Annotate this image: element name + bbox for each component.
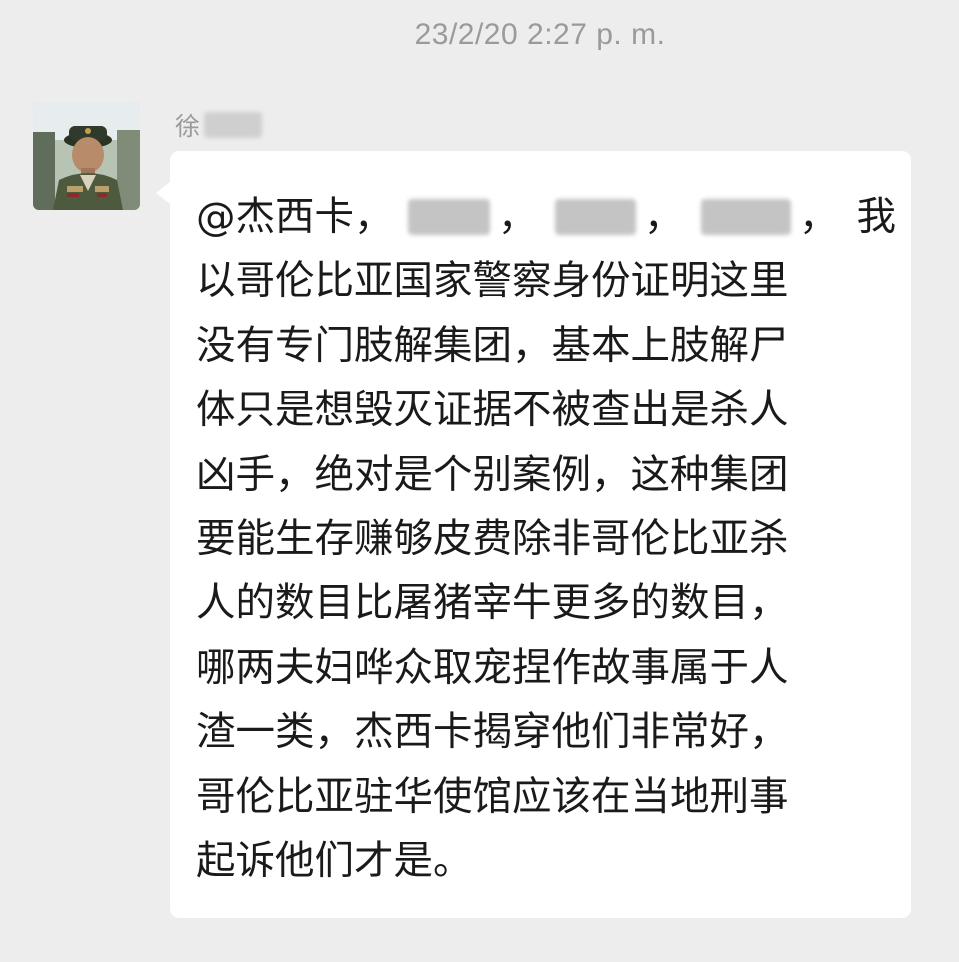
- sender-name: 徐: [175, 108, 263, 142]
- sender-avatar[interactable]: [33, 102, 140, 210]
- message-bubble-tail: [156, 181, 171, 205]
- sender-name-visible: 徐: [175, 112, 201, 141]
- separator-1: ，: [354, 194, 394, 240]
- user-avatar-icon: [33, 102, 140, 210]
- sender-name-redacted: [204, 112, 263, 138]
- separator-2: ，: [497, 194, 538, 240]
- message-timestamp: 23/2/20 2:27 p. m.: [414, 18, 666, 51]
- message-text: @杰西卡 ， ， ， ， 我 以哥伦比亚国家警察身份证明这里 没有专门肢解集团，…: [196, 185, 896, 893]
- mention-text[interactable]: @杰西卡: [196, 185, 354, 249]
- message-line: 起诉他们才是。: [196, 837, 473, 884]
- message-line: 体只是想毁灭证据不被查出是杀人: [196, 387, 789, 434]
- separator-4: ，: [798, 194, 839, 240]
- message-line-first: @杰西卡 ， ， ， ， 我: [196, 185, 896, 249]
- message-line: 凶手，绝对是个别案例，这种集团: [196, 451, 789, 498]
- message-line: 渣一类，杰西卡揭穿他们非常好，: [196, 709, 789, 756]
- message-line: 哪两夫妇哗众取宠捏作故事属于人: [196, 644, 789, 691]
- message-line: 哥伦比亚驻华使馆应该在当地刑事: [196, 773, 789, 820]
- message-line: 以哥伦比亚国家警察身份证明这里: [196, 258, 789, 305]
- message-line: 要能生存赚够皮费除非哥伦比亚杀: [196, 515, 789, 562]
- redacted-name-1: [407, 199, 490, 236]
- redacted-name-2: [555, 199, 636, 236]
- first-line-tail: 我: [856, 194, 896, 240]
- redacted-name-3: [701, 199, 791, 236]
- message-line: 人的数目比屠猪宰牛更多的数目，: [196, 580, 789, 627]
- message-line: 没有专门肢解集团，基本上肢解尸: [196, 322, 789, 369]
- separator-3: ，: [643, 194, 684, 240]
